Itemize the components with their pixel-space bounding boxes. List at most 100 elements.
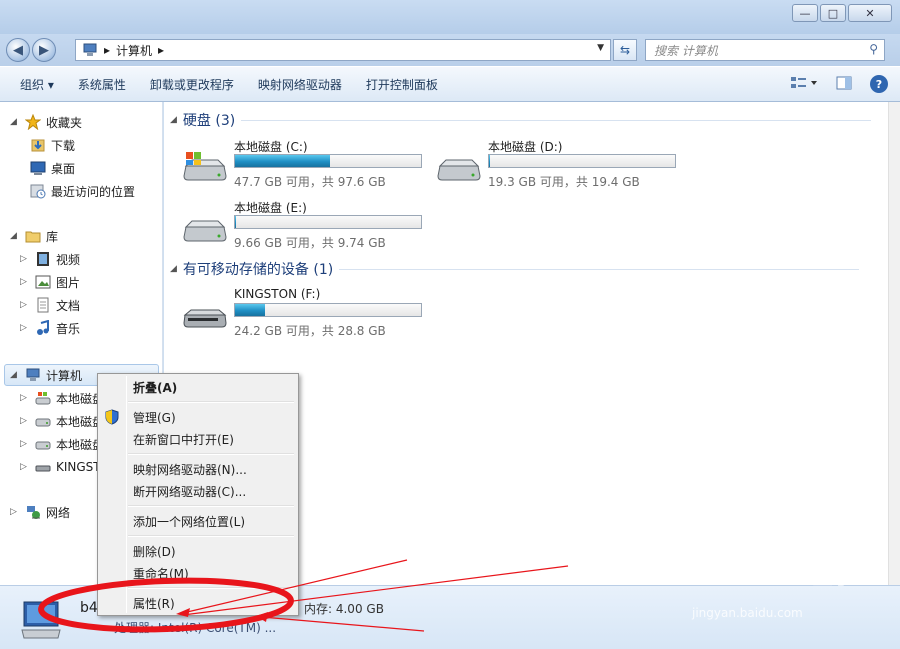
breadcrumb-separator[interactable]: ▸ [158,43,164,57]
forward-button[interactable]: ▶ [32,38,56,62]
drive-d[interactable]: 本地磁盘 (D:) 19.3 GB 可用，共 19.4 GB [432,136,682,196]
menu-separator [128,587,294,589]
nav-music[interactable]: ▷ 音乐 [20,318,80,338]
collapse-triangle-icon[interactable]: ◢ [170,115,177,125]
maximize-button[interactable]: □ [820,4,846,22]
nav-computer[interactable]: ◢ 计算机 [10,365,82,385]
nav-downloads[interactable]: 下载 [30,135,75,155]
menu-add-network-location[interactable]: 添加一个网络位置(L) [133,511,245,531]
recent-places-icon [30,183,46,199]
nav-documents[interactable]: ▷ 文档 [20,295,80,315]
drive-name: 本地磁盘 (C:) [234,140,308,154]
music-icon [35,319,51,336]
nav-label: 计算机 [46,368,83,383]
drive-kingston[interactable]: KINGSTON (F:) 24.2 GB 可用，共 28.8 GB [178,285,428,345]
address-bar[interactable]: ▸ 计算机 ▸ ▼ [75,39,611,61]
breadcrumb-computer[interactable]: 计算机 [116,42,152,59]
group-removable[interactable]: ◢ 有可移动存储的设备 (1) [170,259,860,279]
nav-disk-d[interactable]: ▷ 本地磁盘 [20,411,104,431]
menu-rename[interactable]: 重命名(M) [133,563,189,583]
drive-name: 本地磁盘 (E:) [234,201,307,215]
view-controls: ? [790,75,888,93]
organize-menu[interactable]: 组织 ▾ [8,76,66,93]
menu-manage[interactable]: 管理(G) [133,407,176,427]
collapse-triangle-icon[interactable]: ◢ [170,264,177,274]
expand-triangle-icon[interactable]: ▷ [20,462,30,472]
help-icon[interactable]: ? [870,75,888,93]
nav-label: 最近访问的位置 [51,184,136,199]
nav-label: KINGST [56,460,101,474]
nav-label: 文档 [56,298,81,313]
vertical-scrollbar[interactable] [888,102,900,585]
usage-fill [235,216,237,228]
nav-label: 桌面 [51,161,76,176]
search-input[interactable]: 搜索 计算机 ⚲ [645,39,885,61]
expand-triangle-icon[interactable]: ▷ [20,416,30,426]
menu-properties[interactable]: 属性(R) [133,593,175,613]
expand-triangle-icon[interactable]: ▷ [20,439,30,449]
nav-favorites[interactable]: ◢ 收藏夹 [10,112,82,132]
video-icon [35,251,51,267]
window-controls: — □ ✕ [792,4,892,22]
group-heading: 有可移动存储的设备 (1) [182,262,334,278]
expand-triangle-icon[interactable]: ▷ [20,323,30,333]
search-icon[interactable]: ⚲ [869,42,878,56]
documents-icon [35,297,51,313]
drive-usage-bar [234,215,422,229]
address-dropdown-icon[interactable]: ▼ [597,43,604,53]
collapse-triangle-icon[interactable]: ◢ [10,117,20,127]
system-properties-button[interactable]: 系统属性 [66,76,138,93]
drive-e[interactable]: 本地磁盘 (E:) 9.66 GB 可用，共 9.74 GB [178,197,428,257]
uac-shield-icon [104,409,120,428]
expand-triangle-icon[interactable]: ▷ [20,277,30,287]
nav-label: 视频 [56,252,81,267]
pictures-icon [35,274,51,290]
nav-kingston[interactable]: ▷ KINGST [20,457,101,477]
menu-delete[interactable]: 删除(D) [133,541,176,561]
context-menu: 折叠(A) 管理(G) 在新窗口中打开(E) 映射网络驱动器(N)... 断开网… [97,373,299,616]
drive-c[interactable]: 本地磁盘 (C:) 47.7 GB 可用，共 97.6 GB [178,136,428,196]
nav-recent-places[interactable]: 最近访问的位置 [30,181,135,201]
nav-label: 库 [46,229,59,244]
menu-open-new-window[interactable]: 在新窗口中打开(E) [133,429,234,449]
drive-icon [437,159,481,181]
nav-disk-e[interactable]: ▷ 本地磁盘 [20,434,104,454]
usb-drive-icon [35,459,51,475]
desktop-icon [30,160,46,176]
expand-triangle-icon[interactable]: ▷ [20,300,30,310]
collapse-triangle-icon[interactable]: ◢ [10,370,20,380]
nav-disk-c[interactable]: ▷ 本地磁盘 [20,388,104,408]
menu-map-network-drive[interactable]: 映射网络驱动器(N)... [133,459,247,479]
nav-videos[interactable]: ▷ 视频 [20,249,80,269]
expand-triangle-icon[interactable]: ▷ [20,393,30,403]
drive-free-space: 19.3 GB 可用，共 19.4 GB [488,175,640,189]
nav-libraries[interactable]: ◢ 库 [10,226,58,246]
downloads-folder-icon [30,137,46,153]
nav-pictures[interactable]: ▷ 图片 [20,272,80,292]
drive-free-space: 9.66 GB 可用，共 9.74 GB [234,236,386,250]
open-control-panel-button[interactable]: 打开控制面板 [354,76,450,93]
breadcrumb-separator[interactable]: ▸ [104,43,110,57]
expand-triangle-icon[interactable]: ▷ [20,254,30,264]
preview-pane-icon[interactable] [836,76,852,93]
refresh-button[interactable]: ⇆ [613,39,637,61]
network-icon [25,504,41,520]
back-arrow-icon: ◀ [13,42,23,58]
back-button[interactable]: ◀ [6,38,30,62]
minimize-button[interactable]: — [792,4,818,22]
collapse-triangle-icon[interactable]: ◢ [10,231,20,241]
map-network-drive-button[interactable]: 映射网络驱动器 [246,76,354,93]
star-icon [24,113,42,131]
nav-desktop[interactable]: 桌面 [30,158,75,178]
menu-collapse[interactable]: 折叠(A) [133,377,177,397]
group-hard-disks[interactable]: ◢ 硬盘 (3) [170,110,872,130]
nav-label: 图片 [56,275,81,290]
expand-triangle-icon[interactable]: ▷ [10,507,20,517]
nav-network[interactable]: ▷ 网络 [10,502,70,522]
close-button[interactable]: ✕ [848,4,892,22]
menu-disconnect-network-drive[interactable]: 断开网络驱动器(C)... [133,481,246,501]
view-options-icon[interactable] [790,76,818,93]
drive-name: 本地磁盘 (D:) [488,140,563,154]
uninstall-program-button[interactable]: 卸载或更改程序 [138,76,246,93]
group-divider [339,268,860,270]
